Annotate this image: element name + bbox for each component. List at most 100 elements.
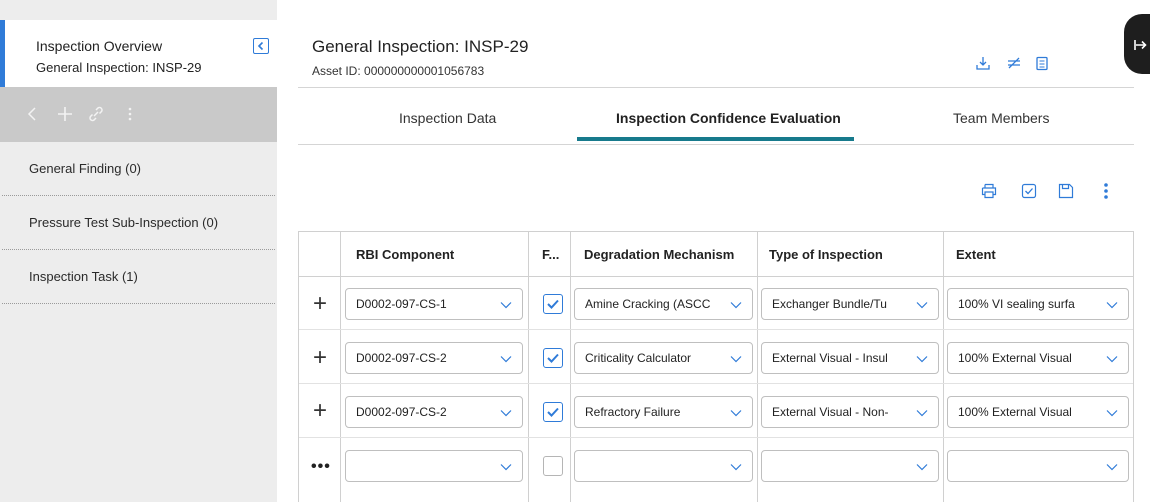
sidebar-item-label: Pressure Test Sub-Inspection (0) <box>29 215 219 230</box>
column-header-extent[interactable]: Extent <box>956 247 996 262</box>
app-root: Inspection Overview General Inspection: … <box>0 0 1150 502</box>
extent-dropdown[interactable]: 100% VI sealing surfa <box>947 288 1129 320</box>
chevron-left-icon <box>257 41 264 51</box>
dropdown-value: Criticality Calculator <box>585 351 692 365</box>
dropdown-value: 100% External Visual <box>958 351 1072 365</box>
dropdown-value: External Visual - Non- <box>772 405 889 419</box>
rbi-component-dropdown[interactable]: D0002-097-CS-2 <box>345 342 523 374</box>
checkmark-icon <box>547 299 559 309</box>
row-checkbox[interactable] <box>543 348 563 368</box>
column-separator <box>757 232 758 502</box>
type-of-inspection-dropdown[interactable] <box>761 450 939 482</box>
chevron-down-icon <box>500 410 512 417</box>
chevron-down-icon <box>500 464 512 471</box>
back-icon[interactable] <box>23 104 43 124</box>
sidebar-list: General Finding (0) Pressure Test Sub-In… <box>0 142 277 304</box>
checkmark-icon <box>547 407 559 417</box>
extent-dropdown[interactable] <box>947 450 1129 482</box>
row-checkbox[interactable] <box>543 402 563 422</box>
dropdown-value: D0002-097-CS-1 <box>356 297 447 311</box>
clipboard-icon[interactable] <box>1034 55 1050 71</box>
dropdown-value: D0002-097-CS-2 <box>356 351 447 365</box>
column-separator <box>528 232 529 502</box>
save-icon[interactable] <box>1057 182 1075 200</box>
chevron-down-icon <box>1106 302 1118 309</box>
row-divider <box>299 383 1133 384</box>
side-panel-toggle-button[interactable] <box>1124 14 1150 74</box>
rbi-component-dropdown[interactable] <box>345 450 523 482</box>
sidebar-active-accent <box>0 20 5 87</box>
column-separator <box>570 232 571 502</box>
add-icon[interactable] <box>55 104 75 124</box>
degradation-mechanism-dropdown[interactable]: Refractory Failure <box>574 396 753 428</box>
dropdown-value: 100% External Visual <box>958 405 1072 419</box>
dropdown-value: Refractory Failure <box>585 405 681 419</box>
column-separator <box>340 232 341 502</box>
tab-team-members[interactable]: Team Members <box>953 110 1049 126</box>
sidebar-item-general-finding[interactable]: General Finding (0) <box>2 142 275 196</box>
chevron-down-icon <box>730 356 742 363</box>
row-divider <box>299 329 1133 330</box>
sidebar-item-pressure-test[interactable]: Pressure Test Sub-Inspection (0) <box>2 196 275 250</box>
header-divider <box>298 87 1134 88</box>
collapse-sidebar-button[interactable] <box>253 38 269 54</box>
confidence-evaluation-grid: RBI Component F... Degradation Mechanism… <box>298 231 1134 502</box>
chevron-down-icon <box>1106 356 1118 363</box>
row-checkbox[interactable] <box>543 456 563 476</box>
column-header-rbi-component[interactable]: RBI Component <box>356 247 454 262</box>
extent-dropdown[interactable]: 100% External Visual <box>947 396 1129 428</box>
grid-toolbar <box>975 182 1125 200</box>
validate-icon[interactable] <box>1020 182 1038 200</box>
sidebar-header[interactable]: Inspection Overview General Inspection: … <box>0 20 277 87</box>
chevron-down-icon <box>916 410 928 417</box>
column-header-type-of-inspection[interactable]: Type of Inspection <box>769 247 883 262</box>
more-vertical-icon[interactable] <box>1097 182 1115 200</box>
expand-row-icon[interactable]: + <box>313 346 327 370</box>
degradation-mechanism-dropdown[interactable]: Amine Cracking (ASCC <box>574 288 753 320</box>
print-icon[interactable] <box>980 182 998 200</box>
dropdown-value: 100% VI sealing surfa <box>958 297 1075 311</box>
sidebar-title: Inspection Overview <box>36 38 163 54</box>
chevron-down-icon <box>1106 410 1118 417</box>
chevron-down-icon <box>1106 464 1118 471</box>
more-vertical-icon[interactable] <box>120 104 140 124</box>
type-of-inspection-dropdown[interactable]: External Visual - Insul <box>761 342 939 374</box>
chevron-down-icon <box>916 464 928 471</box>
header-row-divider <box>299 276 1133 277</box>
sidebar-toolbar <box>0 87 277 142</box>
dropdown-value: Exchanger Bundle/Tu <box>772 297 887 311</box>
dropdown-value: D0002-097-CS-2 <box>356 405 447 419</box>
column-separator <box>943 232 944 502</box>
row-checkbox[interactable] <box>543 294 563 314</box>
page-title: General Inspection: INSP-29 <box>312 37 529 56</box>
chevron-down-icon <box>916 302 928 309</box>
sidebar-item-label: Inspection Task (1) <box>29 269 138 284</box>
extent-dropdown[interactable]: 100% External Visual <box>947 342 1129 374</box>
tab-inspection-data[interactable]: Inspection Data <box>399 110 496 126</box>
compare-icon[interactable] <box>1006 55 1022 71</box>
panel-toggle-icon <box>1134 40 1147 50</box>
dropdown-value: Amine Cracking (ASCC <box>585 297 711 311</box>
download-icon[interactable] <box>975 55 991 71</box>
sidebar: Inspection Overview General Inspection: … <box>0 0 277 502</box>
tabs-divider <box>298 144 1134 145</box>
link-icon[interactable] <box>86 104 106 124</box>
active-tab-indicator <box>577 137 854 141</box>
rbi-component-dropdown[interactable]: D0002-097-CS-1 <box>345 288 523 320</box>
column-header-degradation-mechanism[interactable]: Degradation Mechanism <box>584 247 734 262</box>
rbi-component-dropdown[interactable]: D0002-097-CS-2 <box>345 396 523 428</box>
degradation-mechanism-dropdown[interactable]: Criticality Calculator <box>574 342 753 374</box>
type-of-inspection-dropdown[interactable]: Exchanger Bundle/Tu <box>761 288 939 320</box>
row-divider <box>299 437 1133 438</box>
chevron-down-icon <box>730 302 742 309</box>
degradation-mechanism-dropdown[interactable] <box>574 450 753 482</box>
tab-inspection-confidence-evaluation[interactable]: Inspection Confidence Evaluation <box>616 110 841 126</box>
chevron-down-icon <box>730 410 742 417</box>
new-row-marker[interactable]: ••• <box>311 458 331 476</box>
chevron-down-icon <box>916 356 928 363</box>
expand-row-icon[interactable]: + <box>313 292 327 316</box>
type-of-inspection-dropdown[interactable]: External Visual - Non- <box>761 396 939 428</box>
expand-row-icon[interactable]: + <box>313 399 327 423</box>
column-header-f[interactable]: F... <box>542 247 559 262</box>
sidebar-item-inspection-task[interactable]: Inspection Task (1) <box>2 250 275 304</box>
